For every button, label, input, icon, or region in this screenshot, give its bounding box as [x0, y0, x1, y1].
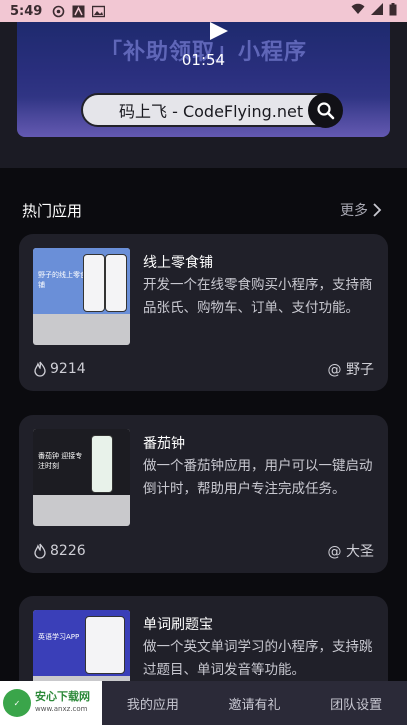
app-stats: 9214 @ 野子: [33, 359, 374, 379]
more-label: 更多: [340, 203, 368, 219]
search-icon: [308, 93, 343, 128]
hero-section: 「补助领取」小程序 01:54 码上飞 - CodeFlying.net: [0, 22, 407, 168]
chevron-right-icon: [373, 203, 382, 217]
flame-icon: [34, 543, 46, 559]
wifi-icon: [351, 3, 365, 19]
app-card[interactable]: 野子的线上零食铺 线上零食铺 开发一个在线零食购买小程序，支持商品张氏、购物车、…: [19, 234, 388, 391]
app-name: 番茄钟: [143, 436, 185, 452]
view-count: 8226: [50, 543, 86, 559]
thumbnail-caption: 英语学习APP: [38, 633, 80, 641]
nav-my-apps[interactable]: 我的应用: [102, 694, 204, 713]
shield-icon: ✓: [3, 689, 31, 717]
logo-url: www.anxz.com: [35, 705, 88, 713]
watermark-logo: ✓ 安心下载网 www.anxz.com: [0, 681, 102, 725]
flame-icon: [34, 361, 46, 377]
app-thumbnail: 番茄钟 迎接专注时刻: [33, 429, 130, 526]
signal-icon: [371, 3, 383, 19]
more-button[interactable]: 更多: [340, 200, 382, 220]
thumbnail-caption: 野子的线上零食铺: [38, 271, 87, 289]
app-author: @ 大圣: [327, 544, 374, 560]
bottom-nav: ✓ 安心下载网 www.anxz.com 我的应用 邀请有礼 团队设置: [0, 681, 407, 725]
app-description: 做一个番茄钟应用，用户可以一键启动倒计时，帮助用户专注完成任务。: [143, 458, 373, 497]
thumbnail-caption: 番茄钟 迎接专注时刻: [38, 452, 83, 470]
image-notification-icon: [92, 5, 106, 18]
app-description: 开发一个在线零食购买小程序，支持商品张氏、购物车、订单、支付功能。: [143, 277, 373, 316]
view-count: 9214: [50, 361, 86, 377]
hot-apps-header: 热门应用 更多: [22, 198, 382, 222]
app-description: 做一个英文单词学习的小程序，支持跳过题目、单词发音等功能。: [143, 639, 373, 678]
video-search-bar: 码上飞 - CodeFlying.net: [81, 93, 341, 127]
app-author: @ 野子: [327, 362, 374, 378]
nav-team-settings[interactable]: 团队设置: [305, 694, 407, 713]
font-notification-icon: [72, 5, 85, 18]
settings-notification-icon: [52, 5, 65, 18]
app-name: 单词刷题宝: [143, 617, 213, 633]
app-thumbnail: 野子的线上零食铺: [33, 248, 130, 345]
nav-invite-rewards[interactable]: 邀请有礼: [204, 694, 306, 713]
logo-brand: 安心下载网: [35, 690, 90, 703]
status-time: 5:49: [10, 3, 43, 19]
app-name: 线上零食铺: [143, 255, 213, 271]
video-player[interactable]: 「补助领取」小程序 01:54 码上飞 - CodeFlying.net: [17, 22, 390, 137]
app-stats: 8226 @ 大圣: [33, 541, 374, 561]
battery-icon: [389, 2, 397, 20]
status-bar: 5:49: [0, 0, 407, 22]
app-card[interactable]: 番茄钟 迎接专注时刻 番茄钟 做一个番茄钟应用，用户可以一键启动倒计时，帮助用户…: [19, 415, 388, 573]
video-duration: 01:54: [181, 51, 226, 69]
section-title: 热门应用: [22, 201, 83, 220]
